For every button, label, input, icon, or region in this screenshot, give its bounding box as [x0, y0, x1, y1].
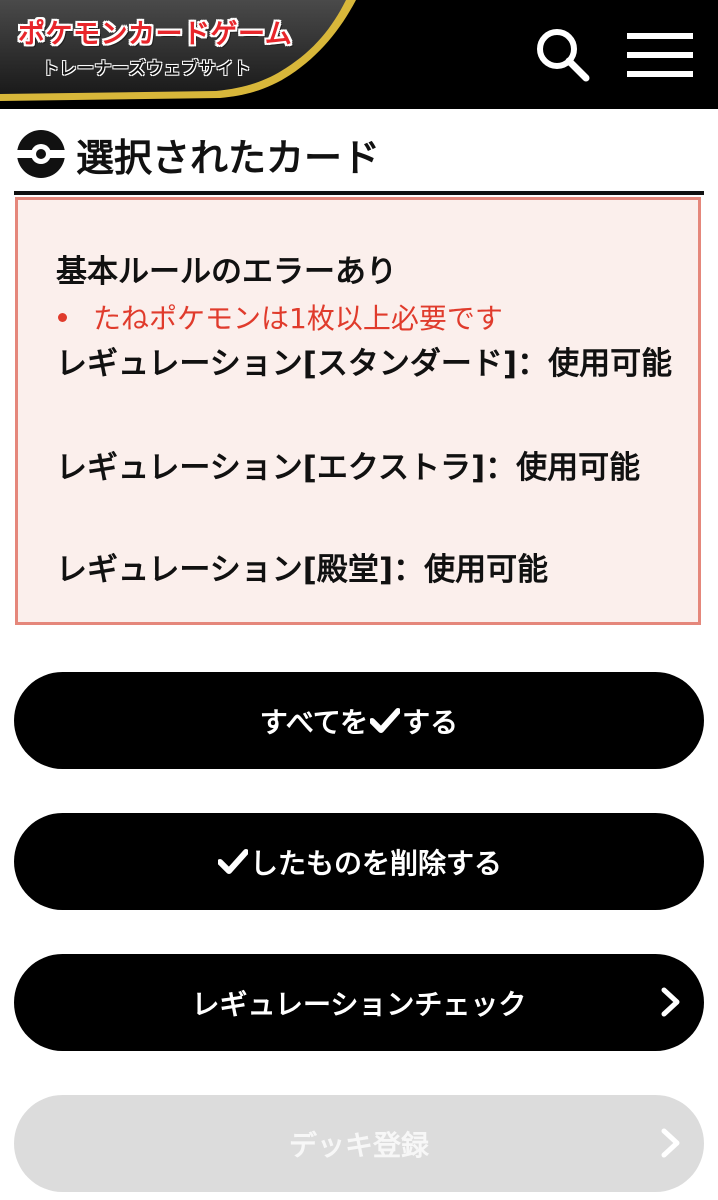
checkmark-icon	[370, 707, 401, 733]
error-bullet-item: たねポケモンは1枚以上必要です	[56, 297, 503, 337]
bullet-dot	[58, 312, 67, 322]
search-icon	[537, 29, 590, 82]
logo-title: ポケモンカードゲーム	[18, 19, 293, 50]
regulation-standard: レギュレーション[スタンダード]：使用可能	[56, 346, 673, 382]
error-heading: 基本ルールのエラーあり	[56, 254, 397, 290]
checkmark-icon	[217, 848, 248, 874]
delete-checked-label: したものを削除する	[249, 846, 502, 880]
regulation-extra: レギュレーション[エクストラ]：使用可能	[56, 450, 641, 486]
hamburger-menu-icon	[627, 33, 693, 77]
regulation-hall-of-fame: レギュレーション[殿堂]：使用可能	[56, 552, 549, 588]
chevron-right-icon	[661, 1128, 680, 1158]
site-header: ポケモンカードゲーム トレーナーズウェブサイト	[0, 0, 718, 109]
pokeball-icon	[16, 130, 66, 178]
deck-register-label: デッキ登録	[288, 1128, 429, 1162]
logo-subtitle: トレーナーズウェブサイト	[42, 59, 252, 79]
error-bullet-text: たねポケモンは1枚以上必要です	[93, 302, 503, 335]
delete-checked-button[interactable]: したものを削除する	[14, 813, 704, 910]
title-divider	[14, 191, 704, 195]
error-panel: 基本ルールのエラーあり たねポケモンは1枚以上必要です レギュレーション[スタン…	[15, 197, 701, 625]
page-title: 選択されたカード	[76, 135, 381, 180]
check-all-label-post: する	[402, 705, 459, 739]
check-all-button[interactable]: すべてを する	[14, 672, 704, 769]
menu-button[interactable]	[624, 30, 696, 80]
deck-register-button[interactable]: デッキ登録	[14, 1095, 704, 1192]
regulation-check-label: レギュレーションチェック	[191, 987, 527, 1021]
chevron-right-icon	[661, 987, 680, 1017]
search-button[interactable]	[532, 24, 592, 84]
section-heading: 選択されたカード	[16, 128, 380, 180]
site-logo[interactable]: ポケモンカードゲーム トレーナーズウェブサイト	[0, 0, 356, 101]
check-all-label-pre: すべてを	[259, 705, 369, 739]
regulation-check-button[interactable]: レギュレーションチェック	[14, 954, 704, 1051]
